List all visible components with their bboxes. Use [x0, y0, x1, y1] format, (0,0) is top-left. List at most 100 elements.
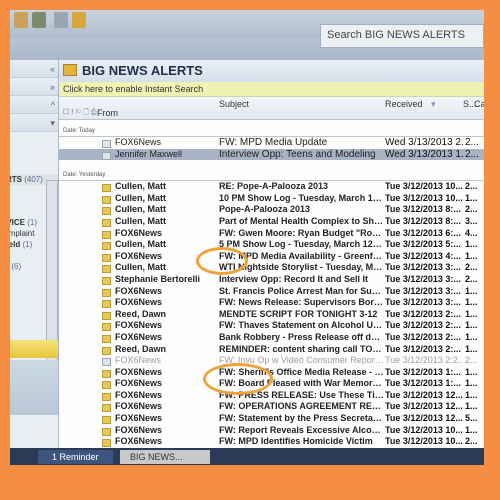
- nav-mail-button[interactable]: [10, 340, 58, 358]
- nav-buttons[interactable]: [10, 360, 58, 415]
- message-row[interactable]: FOX6News FW: MPD Media Availability - Gre…: [59, 251, 484, 263]
- message-row[interactable]: FOX6News FW: Thaves Statement on Alcohol …: [59, 320, 484, 332]
- folder-title-text: BIG NEWS ALERTS: [82, 63, 203, 78]
- message-subject: MENDTE SCRIPT FOR TONIGHT 3-12: [219, 308, 378, 319]
- envelope-icon: [102, 253, 111, 262]
- message-received: Tue 3/12/2013 8:...: [385, 204, 461, 215]
- message-row[interactable]: FOX6News FW: Report Reveals Excessive Alc…: [59, 425, 484, 437]
- group-header-yesterday[interactable]: Date: Yesterday: [59, 170, 484, 182]
- message-row[interactable]: FOX6News FW: Invu Op w Video Consumer Rep…: [59, 355, 484, 367]
- envelope-icon: [102, 300, 111, 309]
- message-subject: Bank Robbery - Press Release off duty M.…: [219, 331, 384, 342]
- message-row[interactable]: Jennifer Maxwell Interview Opp: Teens and…: [59, 148, 484, 161]
- group-header-today[interactable]: Date: Today: [59, 126, 484, 137]
- envelope-icon: [102, 230, 111, 239]
- search-input[interactable]: Search BIG NEWS ALERTS: [320, 24, 484, 48]
- message-row[interactable]: FOX6News FW: News Release: Supervisors Bo…: [59, 297, 484, 309]
- message-row[interactable]: Cullen, Matt Part of Mental Health Comple…: [59, 216, 484, 228]
- taskbar-window-tab[interactable]: BIG NEWS...: [120, 450, 210, 464]
- message-received: Tue 3/12/2013 10...: [385, 436, 463, 447]
- message-row[interactable]: FOX6News FW: Statement by the Press Secre…: [59, 413, 484, 425]
- message-size: 2...: [465, 204, 478, 215]
- folder-title: BIG NEWS ALERTS: [59, 60, 484, 82]
- message-subject: 10 PM Show Log - Tuesday, March 12th, 2.…: [219, 192, 384, 203]
- send-receive-icon[interactable]: [32, 12, 46, 28]
- message-from: FOX6News: [115, 378, 163, 389]
- envelope-icon: [102, 242, 111, 251]
- envelope-icon: [102, 288, 111, 297]
- message-size: 2...: [465, 181, 478, 192]
- folder-icon[interactable]: [72, 12, 86, 28]
- message-size: 1...: [465, 331, 478, 342]
- collapse-mail-button[interactable]: ^: [10, 96, 58, 114]
- envelope-icon: [102, 358, 111, 367]
- message-received: Tue 3/12/2013 2:...: [385, 343, 461, 354]
- message-size: 1...: [465, 297, 478, 308]
- message-from: Cullen, Matt: [115, 215, 166, 226]
- column-categories[interactable]: Ca: [474, 99, 484, 109]
- message-size: 1...: [465, 389, 478, 400]
- message-row[interactable]: Cullen, Matt Pope-A-Palooza 2013 Tue 3/12/…: [59, 204, 484, 216]
- instant-search-bar[interactable]: Click here to enable Instant Search: [59, 82, 484, 97]
- message-received: Tue 3/12/2013 5:...: [385, 239, 461, 250]
- unread-count: (6): [11, 262, 22, 271]
- unread-count: (1): [27, 218, 37, 227]
- mail-folders-dropdown[interactable]: ▾: [10, 114, 58, 132]
- message-row[interactable]: Stephanie Bertorelli Interview Opp: Recor…: [59, 274, 484, 286]
- message-received: Tue 3/12/2013 10...: [385, 181, 463, 192]
- column-header: ☐ ! ⚐ 🗋 ⎙ From Subject Received ▾ S... C…: [59, 97, 484, 120]
- message-subject: Part of Mental Health Complex to Shut Do…: [219, 215, 384, 226]
- message-size: 2...: [465, 355, 478, 366]
- message-received: Wed 3/13/2013 1...: [385, 148, 463, 160]
- message-row[interactable]: FOX6News FW: MPD Identifies Homicide Vict…: [59, 436, 484, 448]
- reminder-button[interactable]: 1 Reminder: [38, 450, 113, 464]
- message-subject: FW: Thaves Statement on Alcohol Use Re..…: [219, 320, 384, 331]
- message-received: Tue 3/12/2013 4:...: [385, 250, 461, 261]
- message-received: Tue 3/12/2013 2:2...: [385, 355, 463, 366]
- column-from[interactable]: From: [97, 108, 118, 118]
- message-row[interactable]: Cullen, Matt WTI Nightside Storylist - Tu…: [59, 262, 484, 274]
- message-row[interactable]: FOX6News Bank Robbery - Press Release off…: [59, 332, 484, 344]
- column-received[interactable]: Received: [385, 99, 423, 109]
- envelope-icon: [102, 381, 111, 390]
- envelope-icon: [102, 195, 111, 204]
- envelope-icon: [102, 427, 111, 436]
- nav-folder-label: ALERTS: [10, 175, 22, 184]
- message-size: 1...: [465, 320, 478, 331]
- message-from: FOX6News: [115, 320, 163, 331]
- message-from: FOX6News: [115, 227, 163, 238]
- message-subject: Interview Opp: Record It and Sell It: [219, 273, 369, 284]
- envelope-icon: [102, 404, 111, 413]
- message-row[interactable]: FOX6News FW: OPERATIONS AGREEMENT REACHE.…: [59, 401, 484, 413]
- message-row[interactable]: Cullen, Matt 10 PM Show Log - Tuesday, Ma…: [59, 193, 484, 205]
- envelope-icon: [102, 311, 111, 320]
- expand-favorites-button[interactable]: »: [10, 78, 58, 96]
- rules-icon[interactable]: [54, 12, 68, 28]
- message-subject: REMINDER: content sharing call TOMORR...: [219, 343, 384, 354]
- message-received: Tue 3/12/2013 3:...: [385, 285, 461, 296]
- message-from: FOX6News: [115, 137, 162, 147]
- message-row[interactable]: Reed, Dawn MENDTE SCRIPT FOR TONIGHT 3-12…: [59, 309, 484, 321]
- message-from: FOX6News: [115, 389, 163, 400]
- outlook-screen: Search BIG NEWS ALERTS « » ^ ▾ ALERTS (4…: [10, 10, 484, 465]
- nav-folder-label: he Field: [10, 240, 21, 249]
- unread-count: (407): [24, 175, 43, 184]
- column-icons[interactable]: ☐ ! ⚐ 🗋 ⎙: [63, 108, 97, 119]
- collapse-nav-button[interactable]: «: [10, 60, 58, 78]
- column-subject[interactable]: Subject: [219, 99, 249, 109]
- message-row[interactable]: Reed, Dawn REMINDER: content sharing call…: [59, 344, 484, 356]
- message-row[interactable]: FOX6News FW: Gwen Moore: Ryan Budget "Rob…: [59, 228, 484, 240]
- message-row[interactable]: Cullen, Matt 5 PM Show Log - Tuesday, Mar…: [59, 239, 484, 251]
- message-received: Tue 3/12/2013 10...: [385, 192, 463, 203]
- message-from: Reed, Dawn: [115, 343, 167, 354]
- message-row[interactable]: Cullen, Matt RE: Pope-A-Palooza 2013 Tue 3…: [59, 181, 484, 193]
- message-from: FOX6News: [115, 331, 163, 342]
- message-row[interactable]: FOX6News St. Francis Police Arrest Man fo…: [59, 286, 484, 298]
- message-size: 1...: [465, 308, 478, 319]
- message-row[interactable]: FOX6News FW: PRESS RELEASE: Use These Tip…: [59, 390, 484, 402]
- envelope-icon: [102, 151, 111, 160]
- message-row[interactable]: FOX6News FW: MPD Media Update Wed 3/13/201…: [59, 137, 484, 149]
- envelope-icon: [102, 439, 111, 448]
- address-book-icon[interactable]: [14, 12, 28, 28]
- nav-folder-label: el Complaint: [10, 229, 35, 238]
